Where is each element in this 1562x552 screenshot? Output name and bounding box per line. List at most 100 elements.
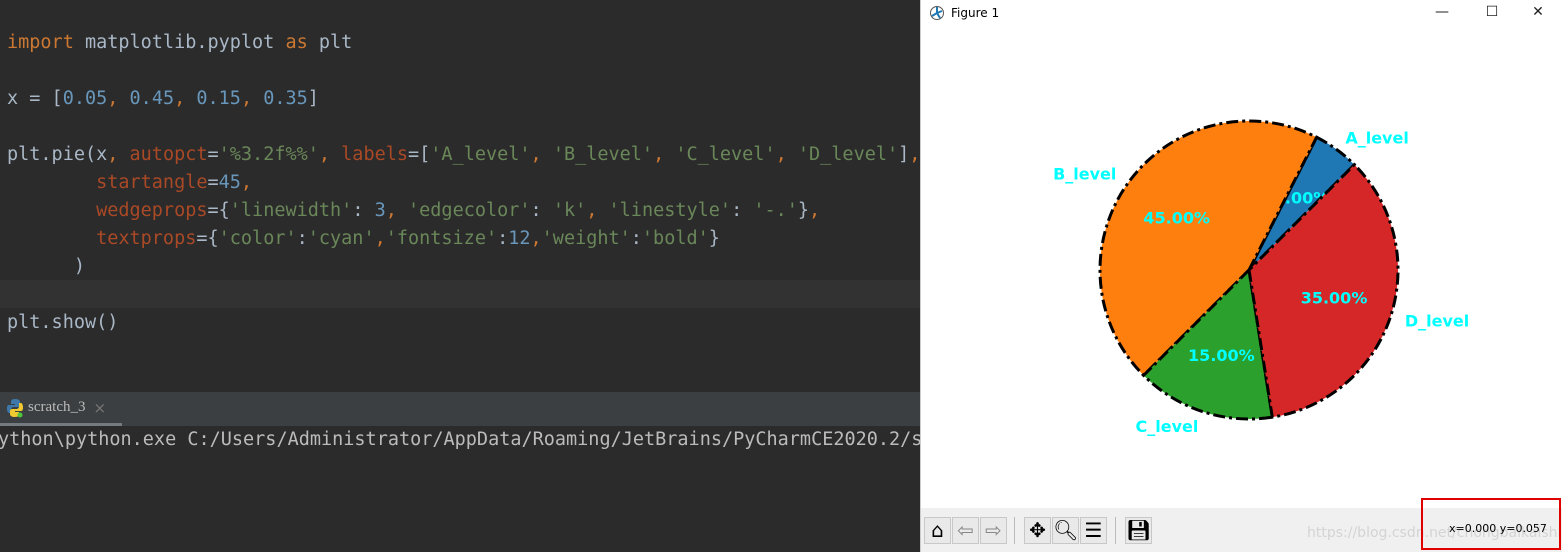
figure-window: Figure 1 — ☐ ✕ A_level 5.00% B_level 45.00%…	[920, 0, 1562, 552]
code-token: }	[797, 200, 810, 221]
code-token: ={	[207, 200, 230, 221]
code-token: =	[207, 144, 219, 165]
code-token: ,	[909, 144, 921, 165]
code-token: 0.45	[129, 88, 175, 109]
home-icon: ⌂	[931, 518, 944, 542]
current-line-highlight	[0, 280, 920, 308]
code-token: 45	[218, 172, 241, 193]
maximize-button[interactable]: ☐	[1477, 2, 1507, 22]
code-token: )	[7, 256, 85, 277]
console-command: ython\python.exe C:/Users/Administrator/…	[0, 429, 920, 450]
code-token: 'C_level'	[675, 144, 776, 165]
code-token: 3	[374, 200, 386, 221]
navigation-toolbar: ⌂ ⇦ ⇨ ✥ 🔍︎ ☰ 💾︎ https://blog.csdn.net/ch…	[921, 498, 1562, 552]
back-button[interactable]: ⇦	[952, 517, 979, 544]
code-token: 'linestyle'	[608, 200, 732, 221]
zoom-button[interactable]: 🔍︎	[1052, 517, 1079, 544]
matplotlib-logo-icon	[930, 5, 944, 20]
toolbar-divider	[1115, 517, 1116, 544]
pie-label: C_level	[1136, 417, 1199, 436]
code-token: 'weight'	[541, 228, 631, 249]
code-token: ,	[240, 172, 253, 193]
code-line: import matplotlib.pyplot as plt	[7, 29, 352, 57]
code-token: '%3.2f%%'	[218, 144, 319, 165]
save-button[interactable]: 💾︎	[1125, 517, 1152, 544]
code-token: ,	[530, 228, 542, 249]
code-token: 'edgecolor'	[408, 200, 531, 221]
close-tab-icon[interactable]: ×	[93, 399, 106, 417]
pie-percent-label: 15.00%	[1188, 346, 1255, 365]
code-token: :	[497, 228, 509, 249]
code-token: :	[731, 200, 754, 221]
pie-label: A_level	[1345, 128, 1408, 147]
window-title: Figure 1	[951, 5, 1000, 20]
code-token: ,	[374, 228, 386, 249]
code-token: =[	[408, 144, 431, 165]
pie-label: D_level	[1405, 312, 1469, 331]
close-button[interactable]: ✕	[1523, 2, 1553, 22]
code-token: ,	[240, 88, 264, 109]
code-token: ,	[775, 144, 798, 165]
pie-percent-label: 35.00%	[1301, 289, 1368, 308]
code-token: '-.'	[753, 200, 798, 221]
code-token: ,	[107, 88, 130, 109]
code-token: ,	[586, 200, 609, 221]
code-token: ]	[307, 88, 319, 109]
code-token: :	[352, 200, 375, 221]
home-button[interactable]: ⌂	[924, 517, 951, 544]
code-token: ,	[530, 144, 553, 165]
code-token: 0.15	[196, 88, 241, 109]
run-tool-window-bar: scratch_3 ×	[0, 392, 920, 426]
code-token: ,	[174, 88, 197, 109]
magnifier-icon: 🔍︎	[1053, 518, 1079, 542]
configure-subplots-button[interactable]: ☰	[1080, 517, 1107, 544]
code-line: x = [0.05, 0.45, 0.15, 0.35]	[7, 85, 319, 113]
console-output: ython\python.exe C:/Users/Administrator/…	[0, 426, 920, 552]
code-token: import	[7, 32, 74, 53]
code-token: autopct	[129, 144, 208, 165]
code-token: ,	[809, 200, 821, 221]
code-line: plt.pie(x, autopct='%3.2f%%', labels=['A…	[7, 141, 920, 169]
code-line: startangle=45,	[7, 169, 252, 197]
code-token: matplotlib.pyplot	[73, 32, 286, 53]
code-token: textprops	[96, 228, 197, 249]
title-bar: Figure 1 — ☐ ✕	[921, 0, 1562, 25]
code-token: plt	[307, 32, 353, 53]
code-token: ={	[196, 228, 219, 249]
code-token: ]	[898, 144, 910, 165]
code-token: :	[630, 228, 642, 249]
code-token: ,	[653, 144, 676, 165]
code-token: 0.05	[62, 88, 108, 109]
run-tab[interactable]: scratch_3 ×	[0, 392, 122, 426]
code-token: :	[296, 228, 308, 249]
move-arrows-icon: ✥	[1029, 518, 1046, 542]
code-token: startangle	[96, 172, 208, 193]
run-tab-label: scratch_3	[28, 399, 86, 415]
code-token: }	[708, 228, 720, 249]
code-token: 'A_level'	[430, 144, 531, 165]
pan-button[interactable]: ✥	[1024, 517, 1051, 544]
pie-chart: A_level5.00%B_level45.00%C_level15.00%D_…	[1053, 119, 1469, 436]
code-token: 'k'	[552, 200, 587, 221]
code-token: wedgeprops	[96, 200, 208, 221]
code-token: 0.35	[263, 88, 308, 109]
toolbar-divider	[1014, 517, 1015, 544]
python-icon	[7, 398, 23, 417]
code-editor[interactable]: import matplotlib.pyplot as plt x = [0.05…	[0, 0, 920, 392]
code-token: 'B_level'	[552, 144, 654, 165]
code-token: ,	[107, 144, 130, 165]
code-line: textprops={'color':'cyan','fontsize':12,…	[7, 225, 720, 253]
forward-arrow-icon: ⇨	[985, 518, 1002, 542]
code-token: ,	[318, 144, 342, 165]
floppy-disk-icon: 💾︎	[1126, 518, 1152, 542]
code-token: 'D_level'	[797, 144, 899, 165]
code-token: plt.pie(x	[7, 144, 108, 165]
minimize-button[interactable]: —	[1427, 2, 1457, 22]
code-token: 'fontsize'	[385, 228, 498, 249]
code-line: )	[7, 253, 85, 281]
forward-button[interactable]: ⇨	[980, 517, 1007, 544]
code-token: 'linewidth'	[229, 200, 353, 221]
